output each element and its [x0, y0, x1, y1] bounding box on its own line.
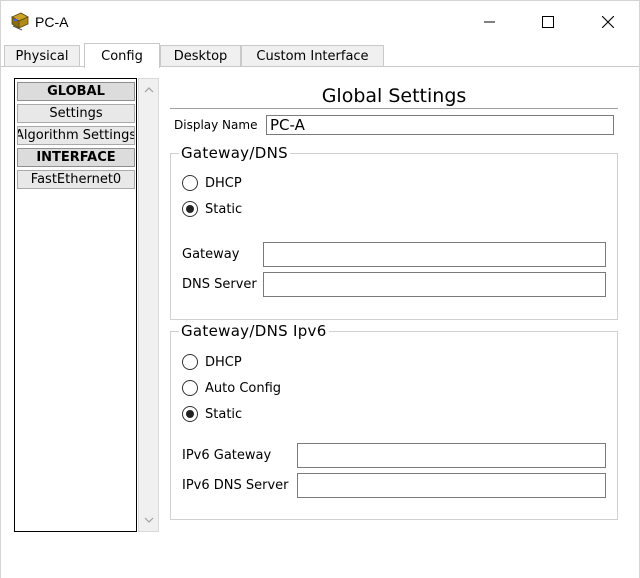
minimize-button[interactable] [467, 1, 513, 43]
tab-custom-interface[interactable]: Custom Interface [241, 45, 384, 67]
sidebar-item-fastethernet0[interactable]: FastEthernet0 [17, 170, 135, 189]
dns-server-label: DNS Server [182, 277, 257, 292]
sidebar-scrollbar[interactable] [138, 78, 159, 532]
tab-desktop[interactable]: Desktop [160, 45, 241, 67]
sidebar-item-label: Algorithm Settings [17, 128, 135, 143]
ipv6-dhcp-radio[interactable] [182, 354, 198, 370]
ipv6-gateway-label: IPv6 Gateway [182, 448, 272, 463]
gateway-input[interactable] [263, 242, 606, 267]
scroll-down-button[interactable] [139, 511, 158, 529]
chevron-up-icon [144, 87, 153, 93]
ipv6-static-label: Static [205, 406, 243, 422]
dns-static-radio-row[interactable]: Static [182, 201, 242, 217]
ipv6-auto-config-label: Auto Config [205, 380, 282, 396]
ipv6-dns-server-input[interactable] [297, 473, 606, 498]
window-title: PC-A [35, 14, 69, 30]
ipv6-static-radio[interactable] [182, 406, 198, 422]
dns-dhcp-radio-row[interactable]: DHCP [182, 175, 242, 191]
title-divider [170, 108, 618, 109]
sidebar-header-interface: INTERFACE [17, 148, 135, 167]
maximize-button[interactable] [525, 1, 571, 43]
close-icon [602, 16, 614, 28]
dns-dhcp-radio[interactable] [182, 175, 198, 191]
ipv6-dns-server-label: IPv6 DNS Server [182, 478, 289, 493]
pc-app-icon [10, 11, 30, 31]
display-name-label: Display Name [174, 118, 258, 132]
display-name-input[interactable] [266, 115, 614, 135]
ipv6-dhcp-radio-row[interactable]: DHCP [182, 354, 242, 370]
config-sidebar: GLOBAL Settings Algorithm Settings INTER… [14, 78, 137, 532]
ipv6-auto-config-radio[interactable] [182, 380, 198, 396]
tab-physical[interactable]: Physical [4, 45, 80, 67]
scroll-up-button[interactable] [139, 81, 158, 99]
minimize-icon [484, 21, 495, 23]
close-button[interactable] [585, 1, 631, 43]
sidebar-item-settings[interactable]: Settings [17, 104, 135, 123]
gateway-label: Gateway [182, 247, 240, 262]
chevron-down-icon [144, 517, 153, 523]
dns-static-radio[interactable] [182, 201, 198, 217]
dns-static-label: Static [205, 201, 243, 217]
ipv6-static-radio-row[interactable]: Static [182, 406, 242, 422]
gateway-dns-ipv6-legend: Gateway/DNS Ipv6 [179, 322, 329, 340]
ipv6-dhcp-label: DHCP [205, 354, 242, 370]
ipv6-auto-config-radio-row[interactable]: Auto Config [182, 380, 281, 396]
title-bar: PC-A [1, 1, 639, 43]
dns-server-input[interactable] [263, 272, 606, 297]
sidebar-header-global: GLOBAL [17, 82, 135, 101]
config-panel: GLOBAL Settings Algorithm Settings INTER… [1, 67, 639, 578]
gateway-dns-legend: Gateway/DNS [179, 144, 290, 162]
ipv6-gateway-input[interactable] [297, 443, 606, 468]
sidebar-item-algorithm-settings[interactable]: Algorithm Settings [17, 126, 135, 145]
dns-dhcp-label: DHCP [205, 175, 242, 191]
app-window: PC-A Physical Config Desktop Custom Inte… [0, 0, 640, 578]
maximize-icon [542, 16, 554, 28]
tab-config[interactable]: Config [84, 43, 160, 68]
page-title: Global Settings [321, 85, 467, 107]
